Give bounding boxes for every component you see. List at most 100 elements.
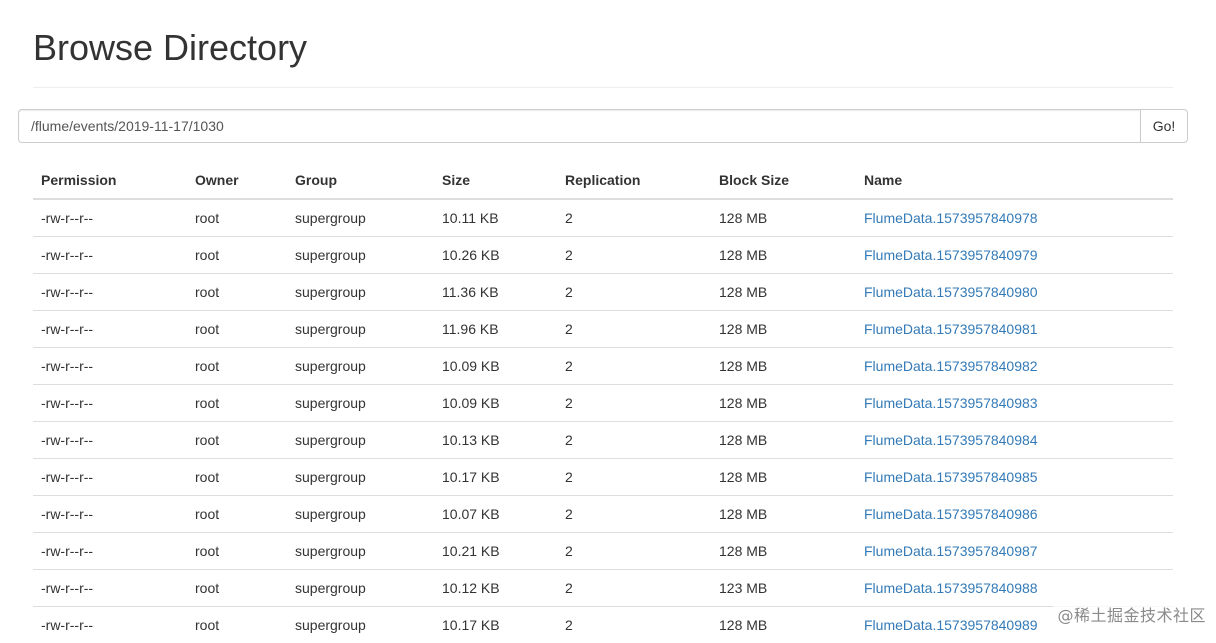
cell-owner: root	[187, 607, 287, 643]
cell-block-size: 128 MB	[711, 237, 856, 274]
cell-group: supergroup	[287, 496, 434, 533]
cell-size: 10.07 KB	[434, 496, 557, 533]
path-input[interactable]	[18, 109, 1140, 143]
column-header-group[interactable]: Group	[287, 161, 434, 199]
cell-size: 10.17 KB	[434, 607, 557, 643]
file-name-link[interactable]: FlumeData.1573957840980	[864, 284, 1038, 300]
cell-block-size: 128 MB	[711, 274, 856, 311]
cell-size: 10.13 KB	[434, 422, 557, 459]
cell-replication: 2	[557, 422, 711, 459]
file-name-link[interactable]: FlumeData.1573957840986	[864, 506, 1038, 522]
file-name-link[interactable]: FlumeData.1573957840985	[864, 469, 1038, 485]
table-row: -rw-r--r--rootsupergroup10.09 KB2128 MB F…	[33, 348, 1173, 385]
cell-owner: root	[187, 348, 287, 385]
cell-group: supergroup	[287, 385, 434, 422]
cell-permission: -rw-r--r--	[33, 607, 187, 643]
cell-owner: root	[187, 459, 287, 496]
cell-permission: -rw-r--r--	[33, 348, 187, 385]
table-body: -rw-r--r--rootsupergroup10.11 KB2128 MBF…	[33, 199, 1173, 643]
column-header-size[interactable]: Size	[434, 161, 557, 199]
cell-replication: 2	[557, 533, 711, 570]
cell-group: supergroup	[287, 237, 434, 274]
cell-replication: 2	[557, 199, 711, 237]
table-row: -rw-r--r--rootsupergroup10.13 KB2128 MBF…	[33, 422, 1173, 459]
path-form: Go!	[18, 109, 1188, 143]
cell-owner: root	[187, 274, 287, 311]
cell-size: 10.26 KB	[434, 237, 557, 274]
table-row: -rw-r--r--rootsupergroup10.09 KB2128 MBF…	[33, 385, 1173, 422]
cell-replication: 2	[557, 237, 711, 274]
cell-owner: root	[187, 570, 287, 607]
file-name-link[interactable]: FlumeData.1573957840984	[864, 432, 1038, 448]
go-button[interactable]: Go!	[1140, 109, 1188, 143]
cell-replication: 2	[557, 348, 711, 385]
file-name-link[interactable]: FlumeData.1573957840978	[864, 210, 1038, 226]
cell-replication: 2	[557, 496, 711, 533]
table-row: -rw-r--r--rootsupergroup10.17 KB2128 MB F…	[33, 459, 1173, 496]
file-name-link[interactable]: FlumeData.1573957840988	[864, 580, 1038, 596]
page-header: Browse Directory	[33, 0, 1173, 88]
cell-permission: -rw-r--r--	[33, 199, 187, 237]
cell-group: supergroup	[287, 533, 434, 570]
cell-group: supergroup	[287, 274, 434, 311]
cell-name: FlumeData.1573957840987	[856, 533, 1173, 570]
cell-block-size: 128 MB	[711, 607, 856, 643]
cell-owner: root	[187, 385, 287, 422]
cell-name: FlumeData.1573957840986	[856, 496, 1173, 533]
cell-block-size: 128 MB	[711, 496, 856, 533]
cell-permission: -rw-r--r--	[33, 237, 187, 274]
cell-permission: -rw-r--r--	[33, 459, 187, 496]
cell-group: supergroup	[287, 459, 434, 496]
cell-group: supergroup	[287, 607, 434, 643]
table-row: -rw-r--r--rootsupergroup10.12 KB2123 MBF…	[33, 570, 1173, 607]
cell-group: supergroup	[287, 348, 434, 385]
cell-size: 10.17 KB	[434, 459, 557, 496]
cell-permission: -rw-r--r--	[33, 385, 187, 422]
cell-replication: 2	[557, 459, 711, 496]
table-row: -rw-r--r--rootsupergroup11.36 KB2128 MBF…	[33, 274, 1173, 311]
file-name-link[interactable]: FlumeData.1573957840987	[864, 543, 1038, 559]
column-header-replication[interactable]: Replication	[557, 161, 711, 199]
cell-permission: -rw-r--r--	[33, 274, 187, 311]
cell-owner: root	[187, 496, 287, 533]
cell-block-size: 128 MB	[711, 533, 856, 570]
column-header-block-size[interactable]: Block Size	[711, 161, 856, 199]
column-header-name[interactable]: Name	[856, 161, 1173, 199]
column-header-owner[interactable]: Owner	[187, 161, 287, 199]
cell-owner: root	[187, 311, 287, 348]
column-header-permission[interactable]: Permission	[33, 161, 187, 199]
cell-name: FlumeData.1573957840984	[856, 422, 1173, 459]
cell-block-size: 128 MB	[711, 385, 856, 422]
cell-name: FlumeData.1573957840978	[856, 199, 1173, 237]
file-name-link[interactable]: FlumeData.1573957840983	[864, 395, 1038, 411]
cell-owner: root	[187, 533, 287, 570]
table-row: -rw-r--r--rootsupergroup10.17 KB2128 MB F…	[33, 607, 1173, 643]
cell-owner: root	[187, 199, 287, 237]
cell-permission: -rw-r--r--	[33, 533, 187, 570]
cell-group: supergroup	[287, 570, 434, 607]
cell-owner: root	[187, 422, 287, 459]
cell-block-size: 128 MB	[711, 311, 856, 348]
cell-size: 11.36 KB	[434, 274, 557, 311]
file-name-link[interactable]: FlumeData.1573957840989	[864, 617, 1038, 633]
cell-permission: -rw-r--r--	[33, 496, 187, 533]
cell-replication: 2	[557, 311, 711, 348]
cell-name: FlumeData.1573957840983	[856, 385, 1173, 422]
cell-block-size: 128 MB	[711, 348, 856, 385]
file-name-link[interactable]: FlumeData.1573957840982	[864, 358, 1038, 374]
cell-size: 10.21 KB	[434, 533, 557, 570]
page-title: Browse Directory	[33, 28, 307, 68]
cell-size: 10.12 KB	[434, 570, 557, 607]
watermark: @稀土掘金技术社区	[1053, 600, 1210, 628]
cell-group: supergroup	[287, 422, 434, 459]
cell-name: FlumeData.1573957840982	[856, 348, 1173, 385]
cell-block-size: 128 MB	[711, 199, 856, 237]
file-name-link[interactable]: FlumeData.1573957840979	[864, 247, 1038, 263]
cell-block-size: 128 MB	[711, 459, 856, 496]
cell-permission: -rw-r--r--	[33, 422, 187, 459]
cell-replication: 2	[557, 607, 711, 643]
cell-replication: 2	[557, 570, 711, 607]
cell-size: 10.09 KB	[434, 348, 557, 385]
cell-owner: root	[187, 237, 287, 274]
file-name-link[interactable]: FlumeData.1573957840981	[864, 321, 1038, 337]
